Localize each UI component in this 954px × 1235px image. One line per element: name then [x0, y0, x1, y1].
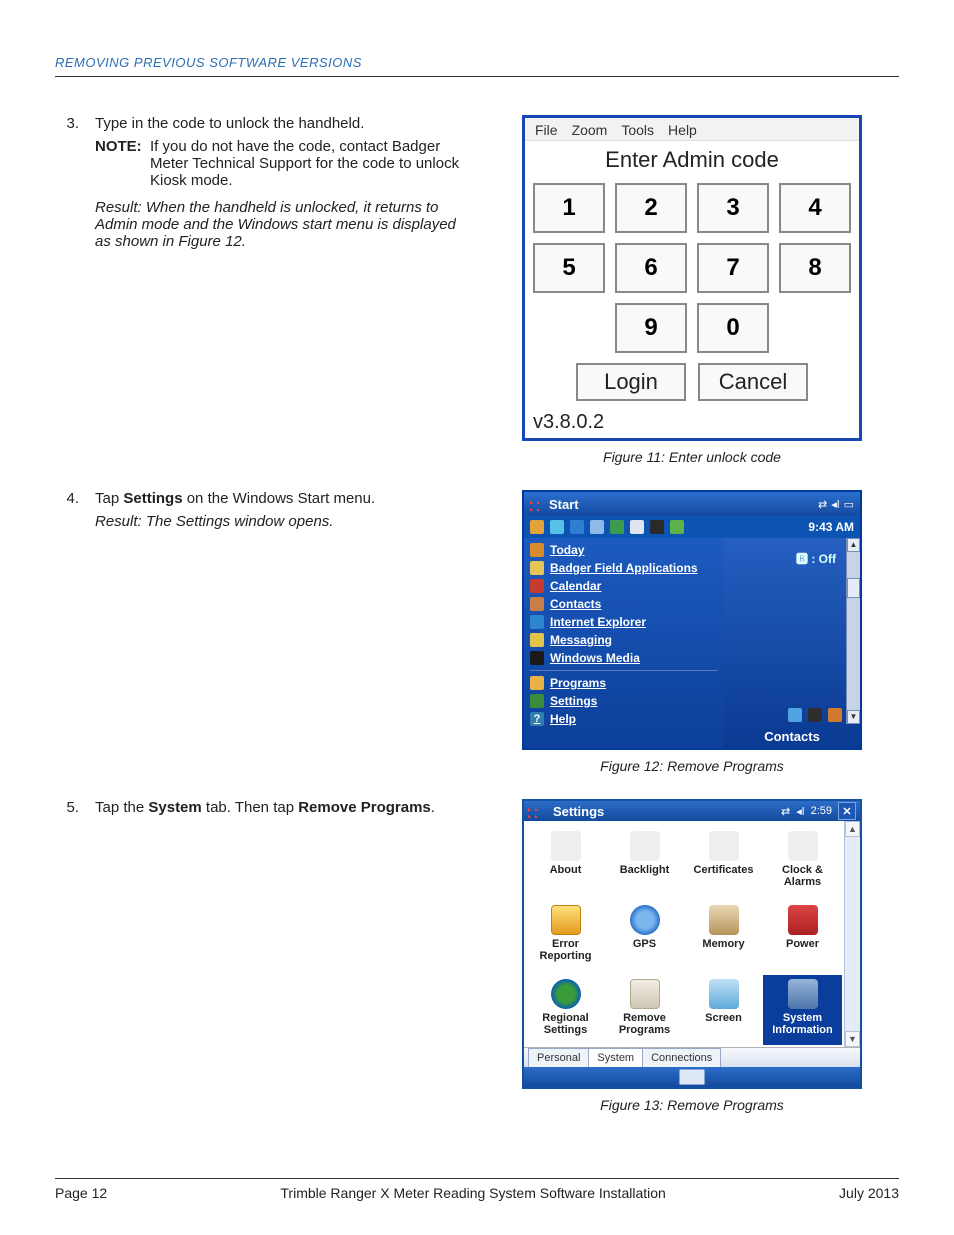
key-1[interactable]: 1: [533, 183, 605, 233]
start-item-calendar[interactable]: Calendar: [530, 577, 718, 595]
menu-file[interactable]: File: [535, 122, 558, 138]
key-5[interactable]: 5: [533, 243, 605, 293]
start-item-badger[interactable]: Badger Field Applications: [530, 559, 718, 577]
keypad-title: Enter Admin code: [525, 141, 859, 177]
cp-screen[interactable]: Screen: [684, 975, 763, 1045]
menu-tools[interactable]: Tools: [621, 122, 654, 138]
menu-zoom[interactable]: Zoom: [572, 122, 608, 138]
scroll-thumb[interactable]: [847, 578, 860, 598]
tray-icon[interactable]: [650, 520, 664, 534]
key-3[interactable]: 3: [697, 183, 769, 233]
cp-error-reporting[interactable]: Error Reporting: [526, 901, 605, 971]
figure-13-settings: Settings ⇄ ◂ǀ 2:59 ✕ About Backlight Cer…: [522, 799, 862, 1089]
step-number: 4.: [55, 490, 95, 530]
cp-clock-alarms[interactable]: Clock & Alarms: [763, 827, 842, 897]
tab-connections[interactable]: Connections: [642, 1048, 721, 1067]
signal-icon: ◂ǀ: [796, 805, 804, 818]
key-7[interactable]: 7: [697, 243, 769, 293]
scrollbar[interactable]: ▲ ▼: [844, 821, 860, 1047]
step-number: 5.: [55, 799, 95, 816]
start-item-wmedia[interactable]: Windows Media: [530, 649, 718, 667]
close-button[interactable]: ✕: [838, 802, 856, 820]
tray-icon[interactable]: [530, 520, 544, 534]
menu-help[interactable]: Help: [668, 122, 697, 138]
start-item-ie[interactable]: Internet Explorer: [530, 613, 718, 631]
figure-11-keypad: File Zoom Tools Help Enter Admin code 1 …: [522, 115, 862, 441]
version-label: v3.8.0.2: [525, 411, 859, 438]
start-item-settings[interactable]: Settings: [530, 692, 718, 710]
start-item-programs[interactable]: Programs: [530, 674, 718, 692]
tray-icon[interactable]: [828, 708, 842, 722]
footer-title: Trimble Ranger X Meter Reading System So…: [280, 1185, 665, 1201]
note-label: NOTE:: [95, 138, 150, 189]
tray-icon[interactable]: [610, 520, 624, 534]
tray-icon[interactable]: [550, 520, 564, 534]
figure-11-caption: Figure 11: Enter unlock code: [603, 449, 781, 465]
key-0[interactable]: 0: [697, 303, 769, 353]
tab-system[interactable]: System: [588, 1048, 643, 1067]
tray-icon[interactable]: [670, 520, 684, 534]
connectivity-icon: ⇄: [781, 805, 790, 818]
figure-13-caption: Figure 13: Remove Programs: [600, 1097, 784, 1113]
tray-icon[interactable]: [630, 520, 644, 534]
tab-personal[interactable]: Personal: [528, 1048, 589, 1067]
cp-about[interactable]: About: [526, 827, 605, 897]
scroll-up-icon[interactable]: ▲: [847, 538, 860, 552]
cancel-button[interactable]: Cancel: [698, 363, 808, 401]
cp-backlight[interactable]: Backlight: [605, 827, 684, 897]
figure-12-start-menu: Start ⇄ ◂ǀ ▭: [522, 490, 862, 750]
tray-icon[interactable]: [808, 708, 822, 722]
cp-memory[interactable]: Memory: [684, 901, 763, 971]
start-item-messaging[interactable]: Messaging: [530, 631, 718, 649]
section-header: REMOVING PREVIOUS SOFTWARE VERSIONS: [55, 55, 899, 77]
cp-system-info[interactable]: System Information: [763, 975, 842, 1045]
step4-result: Result: The Settings window opens.: [95, 513, 465, 530]
cp-gps[interactable]: GPS: [605, 901, 684, 971]
start-item-today[interactable]: Today: [530, 541, 718, 559]
figure-12-caption: Figure 12: Remove Programs: [600, 758, 784, 774]
start-item-contacts[interactable]: Contacts: [530, 595, 718, 613]
cp-regional[interactable]: Regional Settings: [526, 975, 605, 1045]
step4-text: Tap Settings on the Windows Start menu.: [95, 490, 465, 507]
keyboard-icon[interactable]: [679, 1069, 705, 1085]
tray-icon[interactable]: [570, 520, 584, 534]
clock: 9:43 AM: [808, 520, 854, 534]
footer-page: Page 12: [55, 1185, 107, 1201]
key-9[interactable]: 9: [615, 303, 687, 353]
connectivity-icon: ⇄: [818, 498, 827, 511]
windows-flag-icon[interactable]: [528, 804, 542, 818]
status-icons: ⇄ ◂ǀ ▭: [818, 498, 854, 511]
scrollbar[interactable]: ▲ ▼: [846, 538, 860, 724]
signal-icon: ◂ǀ: [831, 498, 839, 511]
key-8[interactable]: 8: [779, 243, 851, 293]
step-number: 3.: [55, 115, 95, 250]
tray-icon[interactable]: [590, 520, 604, 534]
login-button[interactable]: Login: [576, 363, 686, 401]
footer-date: July 2013: [839, 1185, 899, 1201]
softkey-contacts[interactable]: Contacts: [724, 729, 860, 744]
cp-power[interactable]: Power: [763, 901, 842, 971]
tray-icon[interactable]: [788, 708, 802, 722]
key-2[interactable]: 2: [615, 183, 687, 233]
scroll-down-icon[interactable]: ▼: [845, 1031, 860, 1047]
bluetooth-status: 🅱 : Off: [796, 550, 836, 567]
key-4[interactable]: 4: [779, 183, 851, 233]
key-6[interactable]: 6: [615, 243, 687, 293]
battery-icon: ▭: [844, 498, 854, 511]
clock: 2:59: [811, 805, 832, 817]
step5-text: Tap the System tab. Then tap Remove Prog…: [95, 799, 465, 816]
cp-remove-programs[interactable]: Remove Programs: [605, 975, 684, 1045]
page-footer: Page 12 Trimble Ranger X Meter Reading S…: [55, 1178, 899, 1201]
scroll-down-icon[interactable]: ▼: [847, 710, 860, 724]
start-item-help[interactable]: ?Help: [530, 710, 718, 728]
scroll-up-icon[interactable]: ▲: [845, 821, 860, 837]
settings-title: Settings: [553, 804, 775, 819]
step3-result: Result: When the handheld is unlocked, i…: [95, 199, 465, 250]
windows-flag-icon[interactable]: [530, 497, 544, 511]
start-title[interactable]: Start: [549, 497, 818, 512]
cp-certificates[interactable]: Certificates: [684, 827, 763, 897]
step3-text: Type in the code to unlock the handheld.: [95, 115, 465, 132]
note-text: If you do not have the code, contact Bad…: [150, 138, 465, 189]
